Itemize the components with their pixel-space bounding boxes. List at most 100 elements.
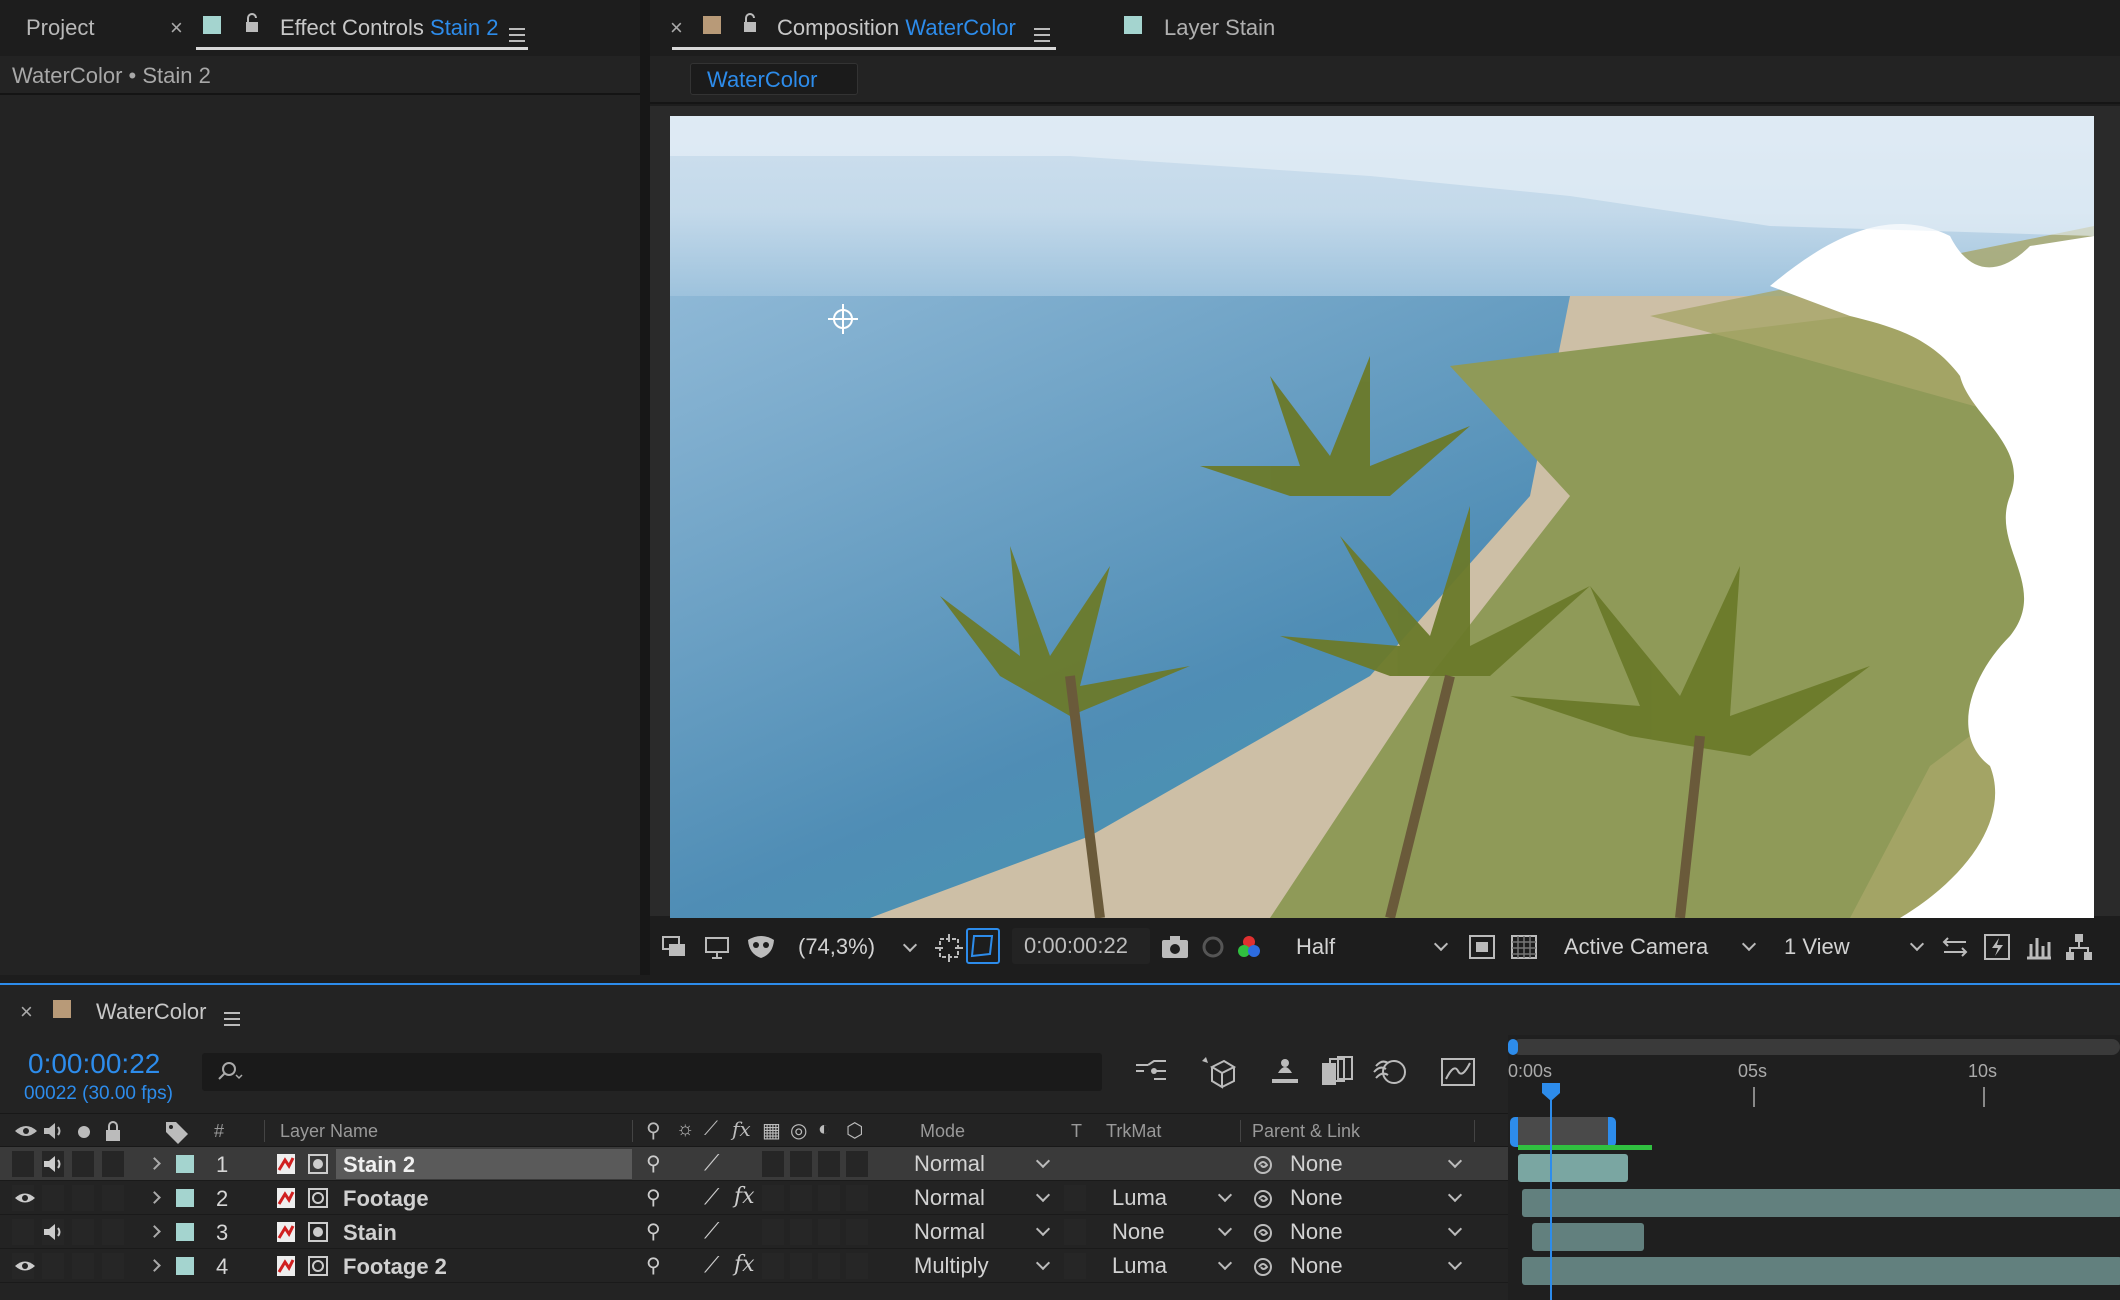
quality-switch[interactable]: ⟋: [704, 1252, 719, 1278]
label-color-swatch[interactable]: [176, 1155, 194, 1173]
quality-switch-header-icon[interactable]: ⟋: [704, 1118, 718, 1141]
layer-name[interactable]: Stain: [343, 1220, 397, 1246]
parent-dropdown[interactable]: None: [1290, 1181, 1463, 1215]
solo-header-icon[interactable]: [76, 1124, 92, 1140]
flowchart-icon[interactable]: [2064, 932, 2094, 962]
switch-box[interactable]: [790, 1185, 812, 1211]
layer-row[interactable]: 3 Stain ⚲ ⟋ Normal None None: [0, 1215, 1508, 1249]
video-eye-header-icon[interactable]: [14, 1123, 38, 1139]
current-time-indicator[interactable]: [1550, 1085, 1552, 1300]
viewport[interactable]: [650, 106, 2120, 918]
mode-dropdown[interactable]: Multiply: [914, 1249, 1051, 1283]
quality-switch[interactable]: ⟋: [704, 1150, 719, 1176]
tab-composition[interactable]: Composition WaterColor: [777, 15, 1016, 41]
region-of-interest-icon[interactable]: [935, 934, 963, 962]
close-icon[interactable]: ×: [170, 15, 183, 41]
switch-box[interactable]: [762, 1219, 784, 1245]
toggle-pixel-aspect-icon[interactable]: [1940, 934, 1970, 960]
shy-switch[interactable]: ⚲: [646, 1219, 661, 1244]
panel-menu-icon[interactable]: [224, 1012, 240, 1026]
fx-switch[interactable]: fx: [734, 1252, 755, 1277]
draft-3d-icon[interactable]: [1200, 1055, 1236, 1089]
panel-menu-icon[interactable]: [1034, 28, 1050, 42]
lock-switch[interactable]: [102, 1253, 124, 1279]
pickwhip-icon[interactable]: [1252, 1188, 1274, 1210]
motion-blur-switch-header-icon[interactable]: ◎: [790, 1118, 807, 1143]
transparency-grid-icon[interactable]: [1510, 934, 1538, 960]
layer-bar-4[interactable]: [1522, 1257, 2120, 1285]
switch-box[interactable]: [846, 1151, 868, 1177]
tab-effect-controls[interactable]: Effect Controls Stain 2: [280, 15, 499, 41]
lock-switch[interactable]: [102, 1151, 124, 1177]
layer-bar-2[interactable]: [1522, 1189, 2120, 1217]
switch-box[interactable]: [762, 1151, 784, 1177]
switch-box[interactable]: [846, 1185, 868, 1211]
fast-draft-icon[interactable]: [1982, 932, 2012, 962]
close-icon[interactable]: ×: [670, 15, 683, 41]
switch-box[interactable]: [818, 1219, 840, 1245]
speaker-icon[interactable]: [42, 1154, 66, 1174]
speaker-icon[interactable]: [42, 1222, 66, 1242]
show-snapshot-icon[interactable]: [1198, 934, 1228, 960]
fast-previews-icon[interactable]: [1468, 934, 1496, 960]
chevron-right-icon[interactable]: [148, 1157, 161, 1170]
layer-row[interactable]: 2 Footage ⚲ ⟋ fx Normal Luma None: [0, 1181, 1508, 1215]
video-switch[interactable]: [12, 1219, 34, 1245]
timeline-track-area[interactable]: [1508, 1151, 2120, 1300]
chevron-right-icon[interactable]: [148, 1259, 161, 1272]
solo-switch[interactable]: [72, 1219, 94, 1245]
pickwhip-icon[interactable]: [1252, 1256, 1274, 1278]
monitor-icon[interactable]: [704, 936, 730, 960]
pickwhip-icon[interactable]: [1252, 1222, 1274, 1244]
solo-switch[interactable]: [72, 1253, 94, 1279]
shy-switch[interactable]: ⚲: [646, 1151, 661, 1176]
resolution-dropdown[interactable]: Half: [1296, 930, 1449, 964]
camera-snapshot-icon[interactable]: [1160, 934, 1190, 960]
audio-speaker-header-icon[interactable]: [42, 1121, 66, 1141]
quality-switch[interactable]: ⟋: [704, 1218, 719, 1244]
fx-switch-header-icon[interactable]: fx: [732, 1117, 751, 1141]
eye-icon[interactable]: [14, 1259, 36, 1273]
layer-name[interactable]: Footage 2: [343, 1254, 447, 1280]
frame-blend-switch-header-icon[interactable]: ▦: [762, 1118, 781, 1143]
solo-switch[interactable]: [72, 1151, 94, 1177]
layer-bar-1[interactable]: [1518, 1154, 1628, 1182]
switch-box[interactable]: [762, 1253, 784, 1279]
preview-range-bar[interactable]: [1510, 1117, 1616, 1147]
label-color-swatch[interactable]: [176, 1223, 194, 1241]
audio-switch[interactable]: [42, 1185, 64, 1211]
collapse-switch-header-icon[interactable]: ☼: [676, 1118, 694, 1141]
chevron-down-icon[interactable]: [902, 937, 918, 953]
solo-switch[interactable]: [72, 1185, 94, 1211]
lock-switch[interactable]: [102, 1185, 124, 1211]
switch-box[interactable]: [790, 1253, 812, 1279]
pickwhip-icon[interactable]: [1252, 1154, 1274, 1176]
preserve-transparency-switch[interactable]: [1064, 1185, 1086, 1211]
chevron-right-icon[interactable]: [148, 1191, 161, 1204]
trkmat-dropdown[interactable]: Luma: [1112, 1181, 1233, 1215]
current-time-display[interactable]: 0:00:00:22: [28, 1048, 160, 1080]
eye-icon[interactable]: [14, 1191, 36, 1205]
chevron-right-icon[interactable]: [148, 1225, 161, 1238]
composition-frame[interactable]: [670, 116, 2094, 918]
panel-menu-icon[interactable]: [509, 28, 525, 42]
label-color-swatch[interactable]: [176, 1257, 194, 1275]
audio-switch[interactable]: [42, 1253, 64, 1279]
quality-switch[interactable]: ⟋: [704, 1184, 719, 1210]
anchor-point-icon[interactable]: [826, 302, 860, 336]
transparency-grid-button[interactable]: [966, 928, 1000, 964]
preserve-transparency-switch[interactable]: [1064, 1219, 1086, 1245]
view-layout-dropdown[interactable]: 1 View: [1784, 930, 1925, 964]
lock-icon[interactable]: [742, 13, 758, 33]
shy-switch[interactable]: ⚲: [646, 1253, 661, 1278]
preserve-transparency-switch[interactable]: [1064, 1253, 1086, 1279]
layer-name[interactable]: Stain 2: [343, 1152, 415, 1178]
comp-flowchart-button[interactable]: WaterColor: [690, 63, 858, 95]
mask-visibility-icon[interactable]: [745, 934, 777, 962]
parent-dropdown[interactable]: None: [1290, 1147, 1463, 1181]
shy-switch[interactable]: ⚲: [646, 1185, 661, 1210]
timecode-field[interactable]: 0:00:00:22: [1012, 928, 1150, 964]
mode-dropdown[interactable]: Normal: [914, 1181, 1051, 1215]
playhead-handle-icon[interactable]: [1540, 1081, 1562, 1103]
layer-bar-3[interactable]: [1532, 1223, 1644, 1251]
